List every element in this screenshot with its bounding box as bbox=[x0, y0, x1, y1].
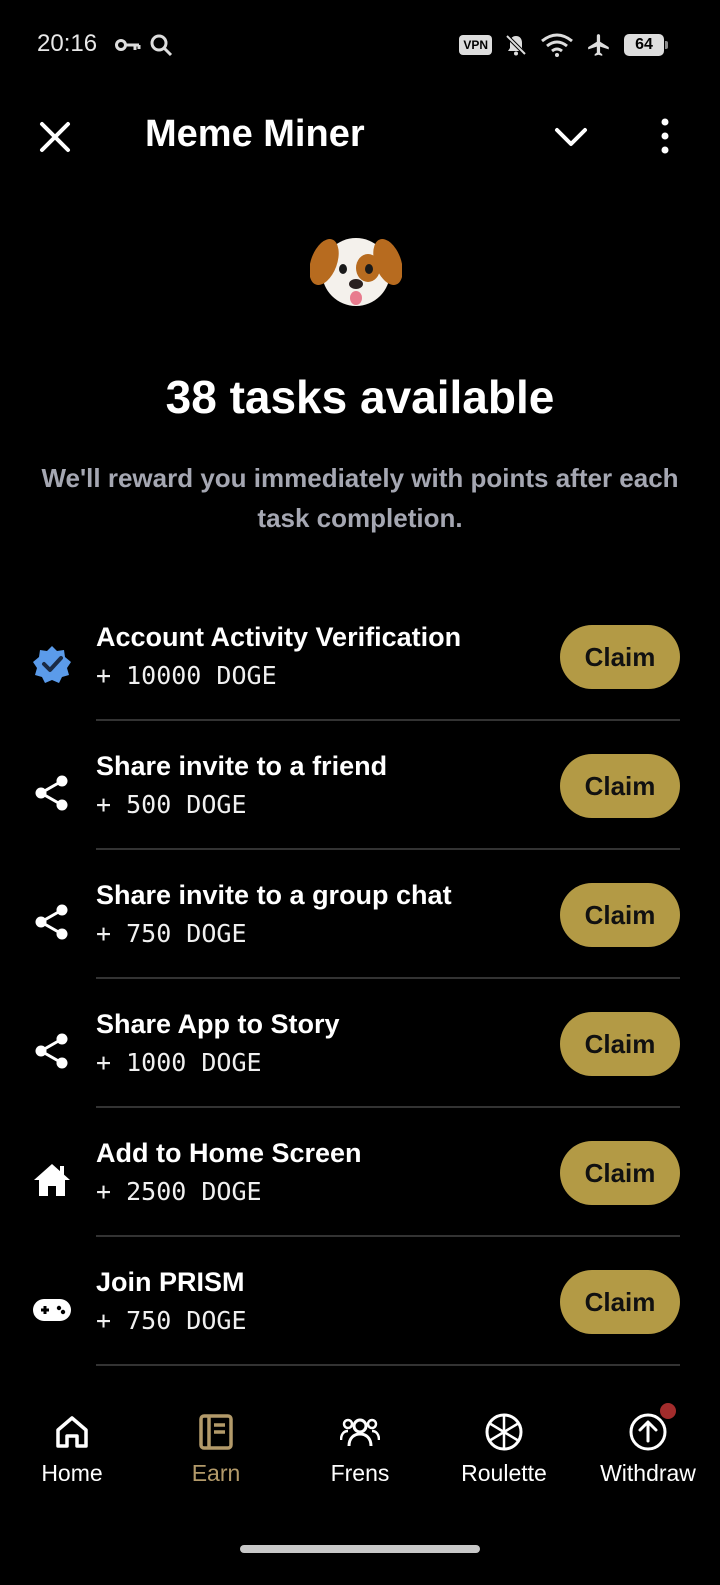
task-row: Account Activity Verification + 10000 DO… bbox=[0, 592, 720, 721]
claim-button[interactable]: Claim bbox=[560, 625, 680, 689]
home-indicator[interactable] bbox=[240, 1545, 480, 1553]
task-reward: + 500 DOGE bbox=[96, 790, 247, 819]
divider bbox=[96, 1364, 680, 1366]
share-icon bbox=[35, 904, 68, 940]
claim-button[interactable]: Claim bbox=[560, 883, 680, 947]
task-row: Join PRISM + 750 DOGE Claim bbox=[0, 1237, 720, 1366]
home-outline-icon bbox=[56, 1416, 88, 1448]
earn-icon bbox=[199, 1414, 233, 1450]
airplane-icon bbox=[588, 34, 609, 56]
verified-badge-icon bbox=[33, 646, 71, 683]
task-row: Add to Home Screen + 2500 DOGE Claim bbox=[0, 1108, 720, 1237]
claim-button[interactable]: Claim bbox=[560, 1141, 680, 1205]
nav-label: Home bbox=[41, 1460, 103, 1486]
wifi-icon bbox=[541, 33, 573, 57]
task-title: Add to Home Screen bbox=[96, 1138, 362, 1168]
task-row: Share invite to a friend + 500 DOGE Clai… bbox=[0, 721, 720, 850]
chevron-down-button[interactable] bbox=[553, 120, 589, 156]
task-reward: + 750 DOGE bbox=[96, 1306, 247, 1335]
nav-item-frens[interactable]: Frens bbox=[288, 1400, 432, 1510]
claim-button[interactable]: Claim bbox=[560, 754, 680, 818]
gamepad-icon bbox=[33, 1299, 71, 1321]
task-row: Share App to Story + 1000 DOGE Claim bbox=[0, 979, 720, 1108]
task-title: Share invite to a group chat bbox=[96, 880, 452, 910]
bottom-nav: Home Earn Frens Roulette Withdraw bbox=[0, 1400, 720, 1510]
home-icon bbox=[34, 1164, 70, 1196]
status-bar: 20:16 VPN 64 bbox=[0, 0, 720, 92]
share-icon bbox=[35, 1033, 68, 1069]
withdraw-icon bbox=[629, 1413, 667, 1451]
status-time: 20:16 bbox=[37, 30, 98, 57]
app-title: Meme Miner bbox=[145, 113, 365, 155]
task-title: Share invite to a friend bbox=[96, 751, 388, 781]
battery-icon: 64 bbox=[624, 34, 668, 56]
task-title: Join PRISM bbox=[96, 1267, 245, 1297]
task-row: Share invite to a group chat + 750 DOGE … bbox=[0, 850, 720, 979]
nav-label: Earn bbox=[191, 1460, 241, 1486]
share-icon bbox=[35, 775, 68, 811]
nav-item-home[interactable]: Home bbox=[0, 1400, 144, 1510]
search-icon bbox=[150, 34, 173, 57]
nav-label: Frens bbox=[330, 1460, 390, 1486]
task-reward: + 10000 DOGE bbox=[96, 661, 277, 690]
nav-item-withdraw[interactable]: Withdraw bbox=[576, 1400, 720, 1510]
task-reward: + 2500 DOGE bbox=[96, 1177, 262, 1206]
more-options-button[interactable] bbox=[650, 116, 680, 156]
page-subtitle: We'll reward you immediately with points… bbox=[41, 463, 679, 533]
vpn-icon: VPN bbox=[459, 35, 492, 55]
nav-label: Roulette bbox=[461, 1460, 547, 1486]
task-title: Account Activity Verification bbox=[96, 622, 462, 652]
dog-face-icon bbox=[310, 238, 402, 306]
claim-button[interactable]: Claim bbox=[560, 1012, 680, 1076]
claim-button[interactable]: Claim bbox=[560, 1270, 680, 1334]
bell-off-icon bbox=[505, 34, 527, 56]
task-reward: + 1000 DOGE bbox=[96, 1048, 262, 1077]
page-title: 38 tasks available bbox=[165, 371, 555, 423]
key-icon bbox=[115, 39, 141, 51]
frens-icon bbox=[340, 1418, 380, 1447]
nav-item-earn[interactable]: Earn bbox=[144, 1400, 288, 1510]
task-list: Account Activity Verification + 10000 DO… bbox=[0, 592, 720, 1366]
nav-label: Withdraw bbox=[600, 1460, 696, 1486]
nav-item-roulette[interactable]: Roulette bbox=[432, 1400, 576, 1510]
roulette-icon bbox=[485, 1413, 523, 1451]
task-title: Share App to Story bbox=[96, 1009, 340, 1039]
close-button[interactable] bbox=[36, 118, 74, 156]
app-header: Meme Miner bbox=[0, 100, 720, 170]
notification-dot bbox=[660, 1403, 676, 1419]
task-reward: + 750 DOGE bbox=[96, 919, 247, 948]
